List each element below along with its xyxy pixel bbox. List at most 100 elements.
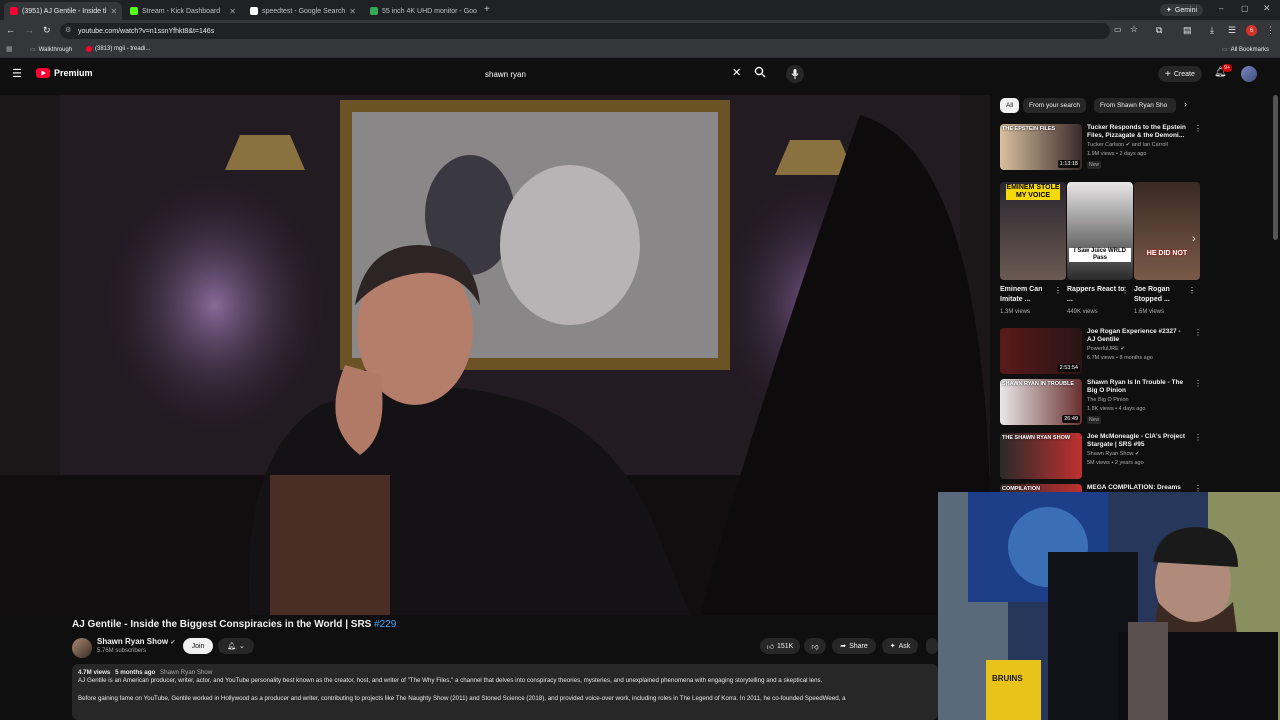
menu-icon[interactable]: ⋮	[1266, 25, 1275, 36]
bookmark-star-icon[interactable]: ☆	[1130, 24, 1138, 35]
voice-search-button[interactable]	[786, 65, 804, 83]
extensions-icon[interactable]: ⧉	[1156, 25, 1162, 36]
tab-search-icon[interactable]: ☰	[1228, 25, 1236, 36]
short-more-icon[interactable]: ⋮	[1054, 286, 1062, 295]
download-icon[interactable]: ⤓	[1210, 25, 1214, 36]
new-tab-button[interactable]: +	[484, 4, 490, 15]
clear-search-icon[interactable]: ✕	[732, 66, 741, 79]
bookmark-walkthrough[interactable]: ▭ Walkthrough	[30, 46, 72, 54]
chip-from-your-search[interactable]: From your search	[1023, 98, 1086, 113]
short-title[interactable]: Rappers React to ...	[1067, 285, 1127, 305]
related-video-item[interactable]: SHAWN RYAN IN TROUBLE 26:49 Shawn Ryan Is …	[1000, 379, 1202, 429]
logo-label: Premium	[54, 68, 93, 78]
more-options-icon[interactable]: ⋮	[1194, 379, 1202, 388]
sparkle-icon: ✦	[889, 643, 896, 650]
back-button[interactable]: ←	[6, 25, 15, 35]
gemini-button[interactable]: ✦ Gemini	[1160, 4, 1204, 16]
side-panel-icon[interactable]: ▤	[1183, 25, 1192, 36]
video-thumbnail[interactable]: THE SHAWN RYAN SHOW	[1000, 433, 1082, 479]
short-more-icon[interactable]: ⋮	[1121, 286, 1129, 295]
all-bookmarks-label: All Bookmarks	[1230, 46, 1270, 53]
minimize-button[interactable]: –	[1219, 4, 1223, 13]
profile-avatar[interactable]: 6	[1246, 25, 1257, 36]
video-title[interactable]: Joe Rogan Experience #2327 - AJ Gentile	[1087, 328, 1187, 344]
short-thumbnail[interactable]: EMINEM STOLE MY VOICE	[1000, 182, 1066, 280]
short-thumbnail[interactable]: HE DID NOT	[1134, 182, 1200, 280]
subscriber-count: 5.76M subscribers	[97, 648, 147, 654]
reload-button[interactable]: ↻	[43, 25, 51, 36]
account-avatar[interactable]	[1241, 66, 1257, 82]
share-button[interactable]: ➦ Share	[832, 638, 876, 654]
tab-close-icon[interactable]: ✕	[229, 7, 236, 16]
thumbs-down-icon: 👎︎	[811, 643, 819, 651]
more-options-icon[interactable]: ⋮	[1194, 433, 1202, 442]
create-button[interactable]: + Create	[1158, 66, 1202, 82]
new-badge: New	[1087, 416, 1102, 424]
short-more-icon[interactable]: ⋮	[1188, 286, 1196, 295]
search-button[interactable]	[754, 66, 766, 81]
page-scrollbar-thumb[interactable]	[1273, 95, 1278, 240]
save-button[interactable]	[926, 638, 938, 654]
folder-icon: ▭	[30, 47, 36, 53]
short-views: 449K views	[1067, 309, 1098, 315]
chip-all[interactable]: All	[1000, 98, 1020, 113]
browser-tab[interactable]: speedtest - Google Search ✕	[244, 2, 362, 20]
site-info-icon[interactable]: ⚙	[65, 26, 71, 34]
restore-button[interactable]: ▢	[1241, 4, 1249, 13]
search-icon	[754, 66, 766, 78]
all-bookmarks-button[interactable]: ▭ All Bookmarks	[1222, 46, 1270, 54]
subscription-bell-button[interactable]: 🔔︎ ⌄	[218, 638, 254, 654]
short-thumbnail[interactable]: I Saw Juice WRLD Pass	[1067, 182, 1133, 280]
dislike-button[interactable]: 👎︎	[804, 638, 826, 654]
more-options-icon[interactable]: ⋮	[1194, 124, 1202, 133]
description-box[interactable]: 4.7M views 5 months ago Shawn Ryan Show …	[72, 664, 938, 720]
tab-label: (3951) AJ Gentile - Inside tl	[22, 7, 107, 15]
thumbnail-text: SHAWN RYAN IN TROUBLE	[1002, 381, 1075, 387]
channel-avatar[interactable]	[72, 638, 92, 658]
search-input[interactable]: shawn ryan	[478, 66, 748, 82]
channel-name-row[interactable]: Shawn Ryan Show ✔	[97, 637, 175, 646]
hashtag-link[interactable]: #229	[374, 619, 396, 630]
short-title[interactable]: Eminem Can Imitate ...	[1000, 285, 1060, 305]
video-thumbnail[interactable]: SHAWN RYAN IN TROUBLE 26:49	[1000, 379, 1082, 425]
channel-name[interactable]: Shawn Ryan Show	[97, 637, 168, 646]
like-button[interactable]: 👍︎ 151K	[760, 638, 800, 654]
video-player[interactable]	[0, 95, 990, 615]
tab-close-icon[interactable]: ✕	[349, 7, 356, 16]
short-title[interactable]: Joe Rogan Stopped ...	[1134, 285, 1194, 305]
join-button[interactable]: Join	[183, 638, 213, 654]
video-title[interactable]: MEGA COMPILATION: Dreams	[1087, 484, 1187, 492]
browser-tab[interactable]: Stream - Kick Dashboard ✕	[124, 2, 242, 20]
channel-name: PowerfulJRE ✔	[1087, 346, 1125, 352]
short-overlay-text: I Saw Juice WRLD Pass	[1069, 248, 1131, 262]
video-thumbnail[interactable]: 2:53:54	[1000, 328, 1082, 374]
ask-button[interactable]: ✦ Ask	[882, 638, 918, 654]
address-bar[interactable]: ⚙ youtube.com/watch?v=n1ssnYfhkt8&t=146s…	[60, 23, 1138, 39]
shorts-next-arrow-icon[interactable]: ›	[1192, 233, 1196, 245]
hamburger-menu-icon[interactable]: ☰	[12, 67, 22, 80]
video-meta: 6.7M views • 8 months ago	[1087, 355, 1153, 361]
video-title[interactable]: Tucker Responds to the Epstein Files, Pi…	[1087, 124, 1187, 140]
youtube-logo[interactable]: Premium	[36, 68, 93, 78]
forward-button[interactable]: →	[25, 25, 34, 35]
video-title[interactable]: Joe McMoneagle - CIA's Project Stargate …	[1087, 433, 1187, 449]
chips-next-arrow-icon[interactable]: ›	[1184, 99, 1187, 109]
apps-grid-icon[interactable]: ▦	[6, 45, 13, 53]
related-video-item[interactable]: THE EPSTEIN FILES 1:13:18 Tucker Responds …	[1000, 124, 1202, 174]
video-title[interactable]: Shawn Ryan Is In Trouble - The Big O Pin…	[1087, 379, 1187, 395]
video-thumbnail[interactable]: THE EPSTEIN FILES 1:13:18	[1000, 124, 1082, 170]
video-meta: 5M views • 2 years ago	[1087, 460, 1144, 466]
short-views: 1.6M views	[1134, 309, 1165, 315]
close-window-button[interactable]: ✕	[1263, 3, 1271, 14]
related-video-item[interactable]: 2:53:54 Joe Rogan Experience #2327 - AJ G…	[1000, 328, 1202, 378]
browser-tab[interactable]: (3951) AJ Gentile - Inside tl ✕	[4, 2, 122, 20]
more-options-icon[interactable]: ⋮	[1194, 328, 1202, 337]
bookmark-mgii[interactable]: (3813) mgii - treadi...	[86, 46, 150, 52]
related-video-item[interactable]: THE SHAWN RYAN SHOW Joe McMoneagle - CIA'…	[1000, 433, 1202, 483]
browser-tab[interactable]: 55 inch 4K UHD monitor - Goo ✕	[364, 2, 482, 20]
cast-icon[interactable]: ▭	[1114, 25, 1122, 34]
bookmark-label: (3813) mgii - treadi...	[95, 46, 151, 52]
tab-close-icon[interactable]: ✕	[481, 7, 482, 16]
tab-close-icon[interactable]: ✕	[110, 7, 117, 16]
chip-from-channel[interactable]: From Shawn Ryan Sho	[1094, 98, 1176, 113]
